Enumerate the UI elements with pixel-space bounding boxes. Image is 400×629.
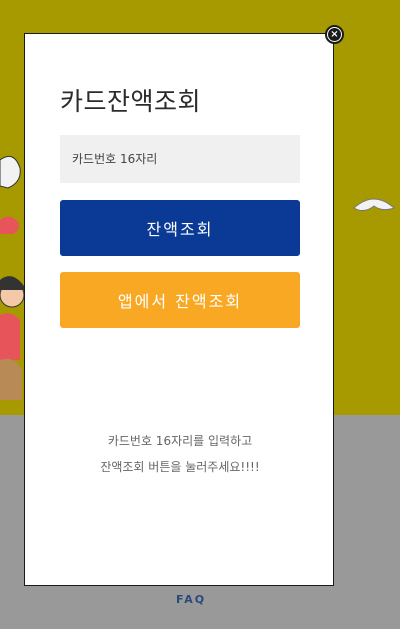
balance-check-button-label: 잔액조회 <box>146 220 214 239</box>
help-text-line-1: 카드번호 16자리를 입력하고 <box>107 434 253 448</box>
app-balance-check-button-label: 앱에서 잔액조회 <box>117 292 243 311</box>
decoration-shape <box>353 198 395 212</box>
app-balance-check-button[interactable]: 앱에서 잔액조회 <box>60 272 300 328</box>
balance-check-button[interactable]: 잔액조회 <box>60 200 300 256</box>
modal-title: 카드잔액조회 <box>60 87 202 116</box>
help-text: 카드번호 16자리를 입력하고 잔액조회 버튼을 눌러주세요!!!! <box>25 428 335 480</box>
character-illustration <box>0 155 24 400</box>
help-text-line-2: 잔액조회 버튼을 눌러주세요!!!! <box>100 460 260 474</box>
card-balance-modal: 카드잔액조회 잔액조회 앱에서 잔액조회 카드번호 16자리를 입력하고 잔액조… <box>24 33 334 586</box>
close-icon: × <box>328 28 341 41</box>
card-number-input[interactable] <box>60 135 300 183</box>
close-button[interactable]: × <box>325 25 344 44</box>
faq-link[interactable]: FAQ <box>0 593 382 606</box>
